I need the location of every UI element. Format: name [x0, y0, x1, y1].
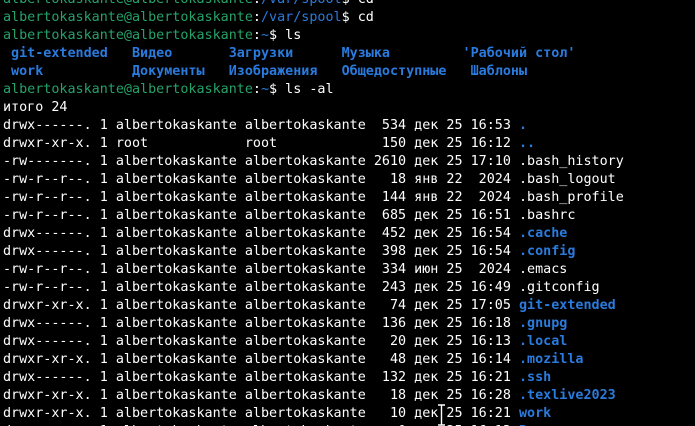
command-text: ls: [285, 28, 302, 43]
file-metadata: drwx------. 1 albertokaskante albertokas…: [3, 226, 519, 241]
listing-row: drwx------. 1 albertokaskante albertokas…: [3, 315, 624, 333]
ls-directory-listing: work Документы Изображения Общедоступные…: [3, 63, 624, 81]
directory-name: ..: [518, 136, 536, 151]
file-metadata: drwxr-xr-x. 1 albertokaskante albertokas…: [3, 298, 519, 313]
directory-name: work: [518, 406, 552, 421]
directory-name: git-extended: [518, 298, 616, 313]
file-metadata: -rw-r--r--. 1 albertokaskante albertokas…: [3, 172, 519, 187]
listing-row: drwxr-xr-x. 1 albertokaskante albertokas…: [3, 297, 624, 315]
prompt-line: albertokaskante@albertokaskante:~$ ls: [3, 27, 624, 45]
prompt-separator: :: [253, 0, 261, 7]
listing-row: -rw-r--r--. 1 albertokaskante albertokas…: [3, 279, 624, 297]
prompt-line: albertokaskante@albertokaskante:/var/spo…: [3, 9, 624, 27]
file-name: .bash_history: [518, 154, 624, 169]
prompt-user-host: albertokaskante@albertokaskante: [3, 82, 253, 97]
directory-names: git-extended Видео Загрузки Музыка 'Рабо…: [3, 46, 576, 61]
command-text: cd: [358, 0, 374, 7]
directory-name: .config: [518, 244, 576, 259]
ls-directory-listing: git-extended Видео Загрузки Музыка 'Рабо…: [3, 45, 624, 63]
total-line: итого 24: [3, 99, 624, 117]
prompt-separator: :: [252, 28, 261, 43]
text-ibeam-cursor-icon: [438, 404, 445, 426]
directory-name: .ssh: [518, 370, 552, 385]
listing-row: -rw-------. 1 albertokaskante albertokas…: [3, 153, 624, 171]
terminal-window[interactable]: albertokaskante@albertokaskante:/var/spo…: [0, 0, 695, 426]
file-name: .emacs: [518, 262, 568, 277]
prompt-line: albertokaskante@albertokaskante:~$ ls -a…: [3, 81, 624, 99]
prompt-user-host: albertokaskante@albertokaskante: [3, 10, 253, 25]
directory-name: .local: [518, 334, 568, 349]
directory-name: .mozilla: [518, 352, 584, 367]
prompt-dollar: $: [342, 0, 358, 7]
directory-name: .texlive2023: [518, 388, 616, 403]
file-metadata: drwx------. 1 albertokaskante albertokas…: [3, 118, 519, 133]
listing-row: drwx------. 1 albertokaskante albertokas…: [3, 333, 624, 351]
file-metadata: drwxr-xr-x. 1 albertokaskante albertokas…: [3, 388, 519, 403]
file-metadata: drwx------. 1 albertokaskante albertokas…: [3, 370, 519, 385]
prompt-separator: :: [252, 82, 261, 97]
listing-row: -rw-r--r--. 1 albertokaskante albertokas…: [3, 261, 624, 279]
listing-row: drwxr-xr-x. 1 albertokaskante albertokas…: [3, 405, 624, 423]
file-metadata: -rw-r--r--. 1 albertokaskante albertokas…: [3, 190, 519, 205]
file-metadata: -rw-r--r--. 1 albertokaskante albertokas…: [3, 280, 519, 295]
listing-row: drwxr-xr-x. 1 root root 150 дек 25 16:12…: [3, 135, 624, 153]
prompt-path: ~: [260, 82, 270, 97]
prompt-line: albertokaskante@albertokaskante:/var/spo…: [3, 0, 624, 9]
terminal-output: albertokaskante@albertokaskante:/var/spo…: [3, 0, 624, 426]
listing-row: drwx------. 1 albertokaskante albertokas…: [3, 225, 624, 243]
directory-name: .gnupg: [518, 316, 568, 331]
prompt-path: /var/spool: [260, 10, 342, 25]
file-metadata: -rw-r--r--. 1 albertokaskante albertokas…: [3, 208, 519, 223]
file-metadata: -rw-r--r--. 1 albertokaskante albertokas…: [3, 262, 519, 277]
prompt-path: ~: [260, 28, 270, 43]
prompt-dollar: $: [269, 28, 286, 43]
prompt-separator: :: [252, 10, 261, 25]
prompt-path: /var/spool: [261, 0, 342, 7]
directory-names: work Документы Изображения Общедоступные…: [3, 64, 528, 79]
file-metadata: drwxr-xr-x. 1 root root 150 дек 25 16:12: [3, 136, 519, 151]
file-metadata: drwx------. 1 albertokaskante albertokas…: [3, 334, 519, 349]
file-name: .bashrc: [518, 208, 576, 223]
listing-row: drwxr-xr-x. 1 albertokaskante albertokas…: [3, 387, 624, 405]
file-metadata: drwx------. 1 albertokaskante albertokas…: [3, 316, 519, 331]
listing-row: -rw-r--r--. 1 albertokaskante albertokas…: [3, 189, 624, 207]
file-metadata: -rw-------. 1 albertokaskante albertokas…: [3, 154, 519, 169]
directory-name: .: [518, 118, 528, 133]
file-name: .bash_logout: [518, 172, 616, 187]
listing-row: drwxr-xr-x. 1 albertokaskante albertokas…: [3, 351, 624, 369]
file-name: .bash_profile: [518, 190, 624, 205]
file-metadata: drwx------. 1 albertokaskante albertokas…: [3, 244, 519, 259]
total-text: итого 24: [3, 100, 68, 115]
listing-row: -rw-r--r--. 1 albertokaskante albertokas…: [3, 171, 624, 189]
file-name: .gitconfig: [518, 280, 600, 295]
file-metadata: drwxr-xr-x. 1 albertokaskante albertokas…: [3, 352, 519, 367]
listing-row: -rw-r--r--. 1 albertokaskante albertokas…: [3, 207, 624, 225]
prompt-dollar: $: [341, 10, 358, 25]
prompt-user-host: albertokaskante@albertokaskante: [3, 28, 253, 43]
listing-row: drwx------. 1 albertokaskante albertokas…: [3, 243, 624, 261]
directory-name: .cache: [518, 226, 568, 241]
prompt-dollar: $: [269, 82, 286, 97]
prompt-user-host: albertokaskante@albertokaskante: [3, 0, 253, 7]
command-text: ls -al: [285, 82, 334, 97]
command-text: cd: [357, 10, 374, 25]
listing-row: drwx------. 1 albertokaskante albertokas…: [3, 117, 624, 135]
listing-row: drwx------. 1 albertokaskante albertokas…: [3, 369, 624, 387]
